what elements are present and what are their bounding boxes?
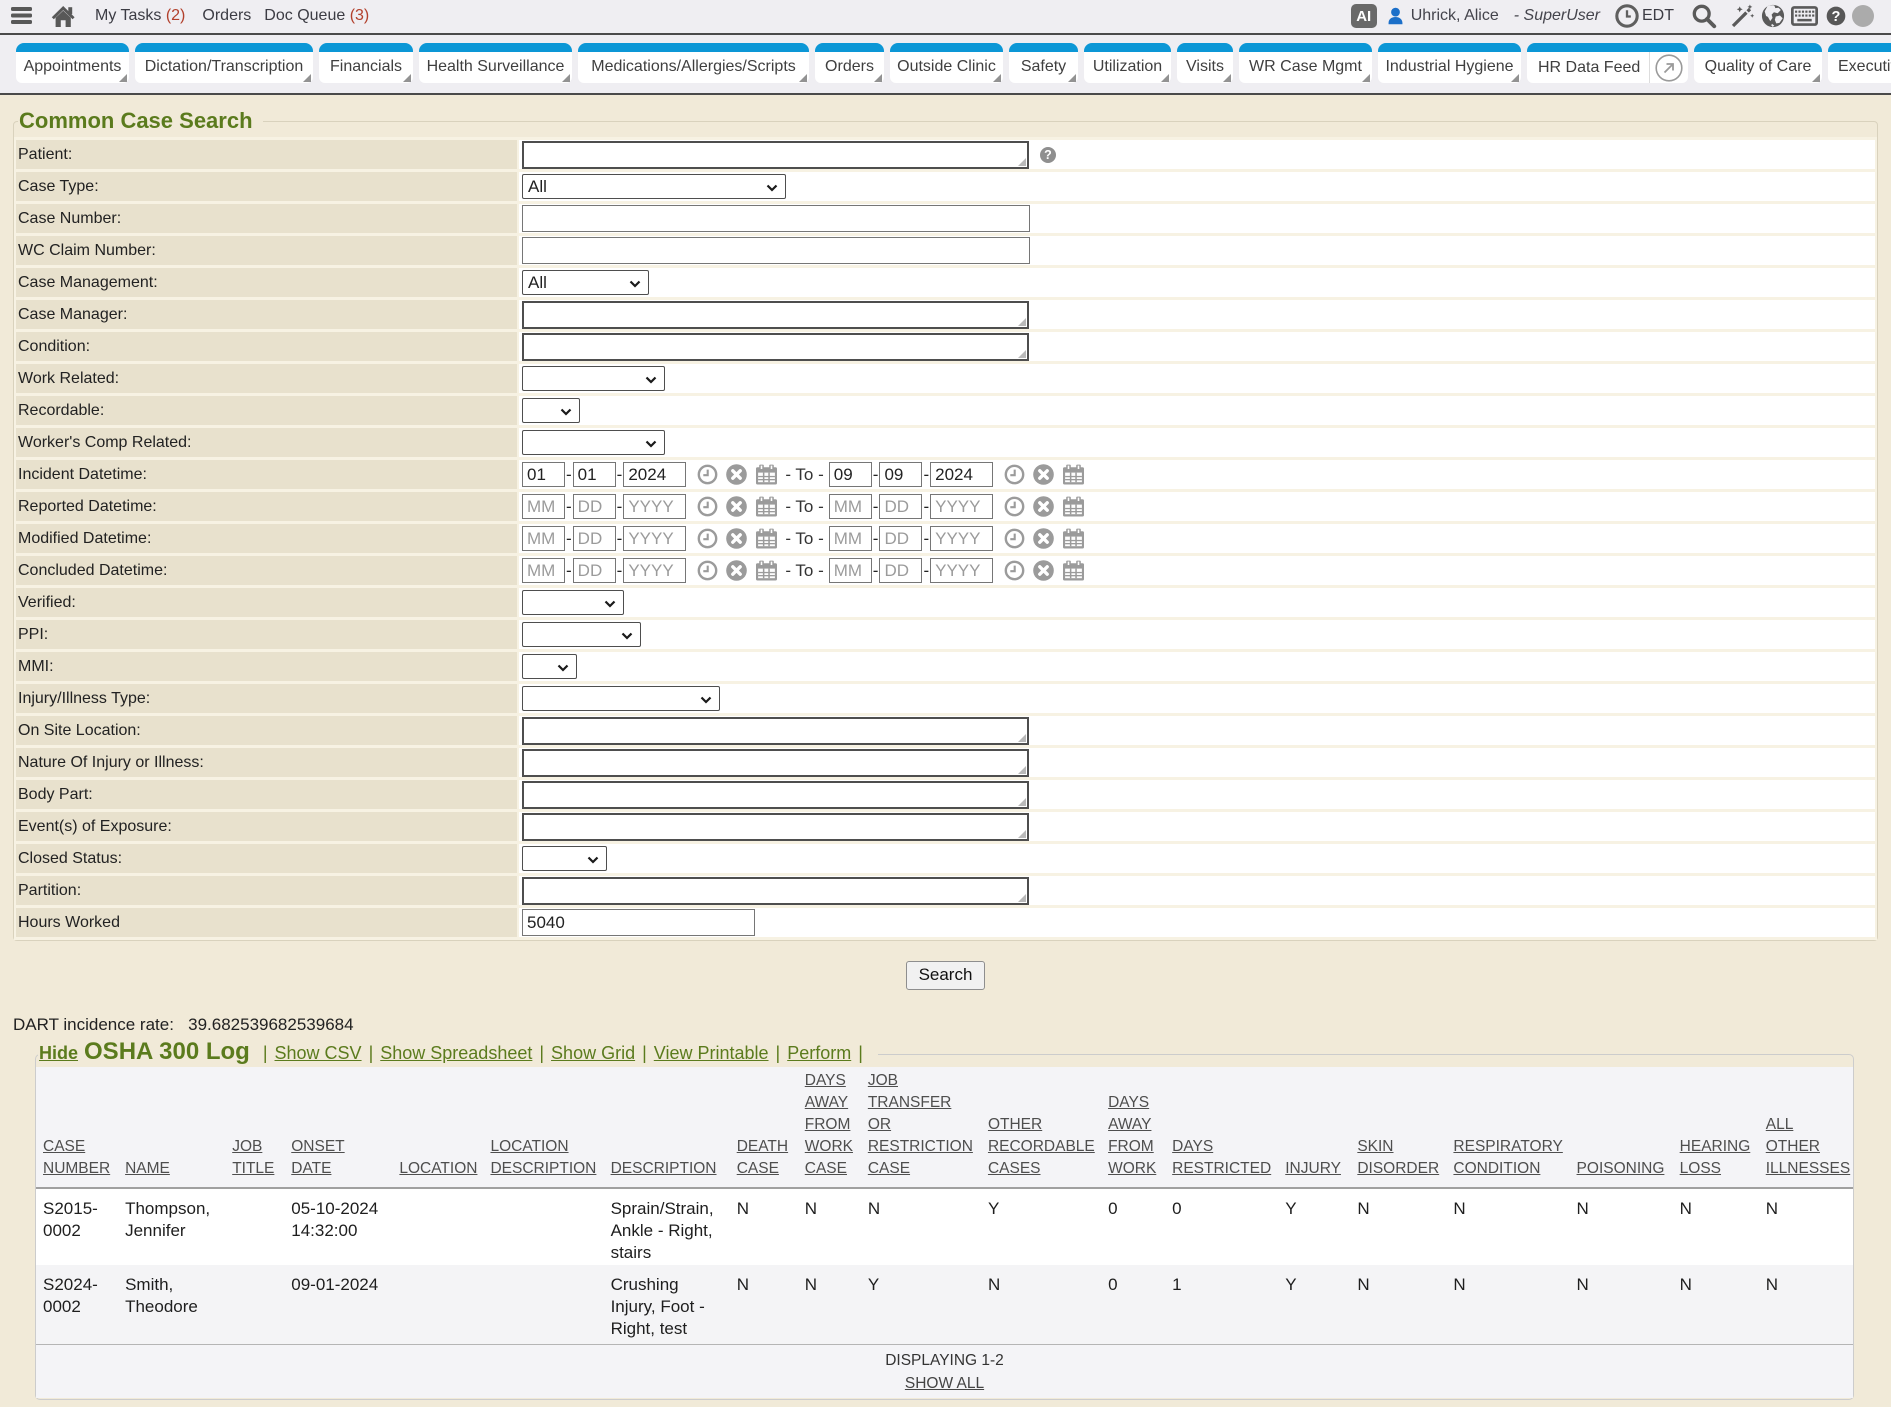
svg-text:?: ? <box>1832 9 1841 25</box>
